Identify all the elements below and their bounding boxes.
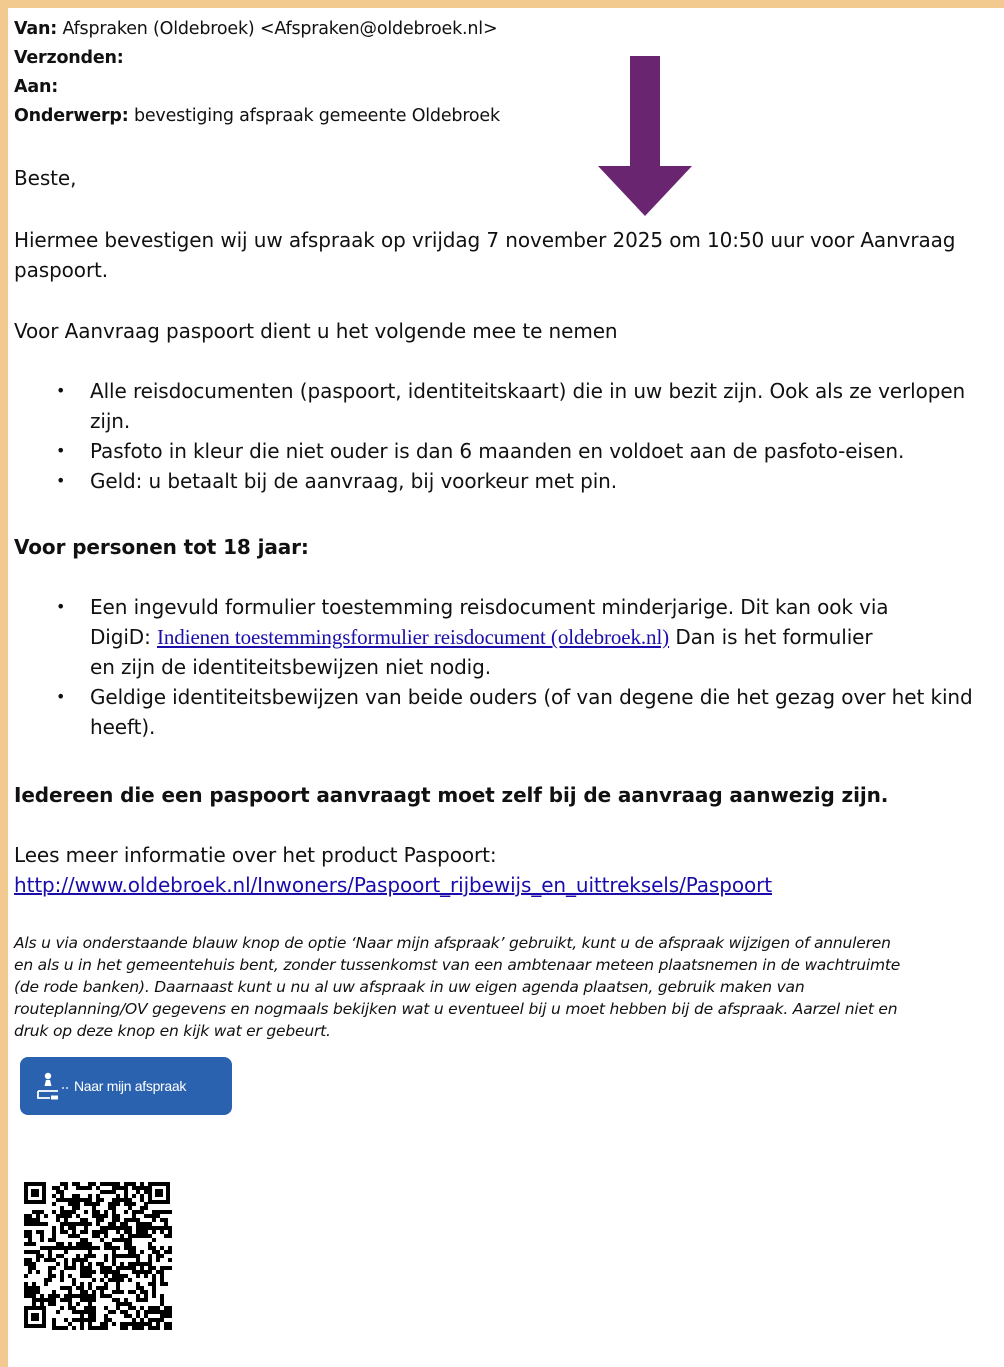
my-appointment-button-label: Naar mijn afspraak <box>74 1078 187 1094</box>
list-item-text: Geldige identiteitsbewijzen van beide ou… <box>90 685 973 709</box>
minors-heading: Voor personen tot 18 jaar: <box>14 535 309 559</box>
list-item: Geldige identiteitsbewijzen van beide ou… <box>14 682 973 742</box>
qr-finder-bottom-left <box>24 1306 46 1328</box>
list-item: Pasfoto in kleur die niet ouder is dan 6… <box>14 436 965 466</box>
location-person-icon <box>34 1071 74 1101</box>
more-info-text: Lees meer informatie over het product Pa… <box>14 843 497 867</box>
everyone-notice: Iedereen die een paspoort aanvraagt moet… <box>14 783 889 807</box>
list-item: Een ingevuld formulier toestemming reisd… <box>14 592 973 682</box>
paspoort-info-link[interactable]: http://www.oldebroek.nl/Inwoners/Paspoor… <box>14 873 772 897</box>
my-appointment-button[interactable]: Naar mijn afspraak <box>20 1057 232 1115</box>
qr-finder-top-right <box>148 1182 170 1204</box>
bring-intro: Voor Aanvraag paspoort dient u het volge… <box>14 319 618 343</box>
down-arrow-icon <box>598 56 692 216</box>
minors-list: Een ingevuld formulier toestemming reisd… <box>14 592 973 742</box>
digid-suffix: Dan is het formulier <box>669 625 873 649</box>
list-item: Geld: u betaalt bij de aanvraag, bij voo… <box>14 466 965 496</box>
to-label: Aan: <box>14 77 59 97</box>
sent-label: Verzonden: <box>14 48 124 68</box>
confirm-line-1: Hiermee bevestigen wij uw afspraak op vr… <box>14 228 956 252</box>
italic-line: routeplanning/OV gegevens en nogmaals be… <box>14 1000 898 1018</box>
from-row: Van: Afspraken (Oldebroek) <Afspraken@ol… <box>14 18 498 40</box>
subject-row: Onderwerp: bevestiging afspraak gemeente… <box>14 105 500 127</box>
list-item-text: zijn. <box>90 409 131 433</box>
list-item-text: heeft). <box>90 715 156 739</box>
consent-form-link[interactable]: Indienen toestemmingsformulier reisdocum… <box>157 625 669 649</box>
list-item-text: Pasfoto in kleur die niet ouder is dan 6… <box>90 439 905 463</box>
sent-row: Verzonden: <box>14 47 124 69</box>
from-label: Van: <box>14 19 58 39</box>
to-row: Aan: <box>14 76 58 98</box>
list-item: Alle reisdocumenten (paspoort, identitei… <box>14 376 965 436</box>
list-item-text: Alle reisdocumenten (paspoort, identitei… <box>90 379 966 403</box>
list-item-text: en zijn de identiteitsbewijzen niet nodi… <box>90 655 491 679</box>
digid-prefix: DigiD: <box>90 625 158 649</box>
qr-finder-top-left <box>24 1182 46 1204</box>
list-item-text: Geld: u betaalt bij de aanvraag, bij voo… <box>90 469 617 493</box>
from-value: Afspraken (Oldebroek) <Afspraken@oldebro… <box>62 19 498 39</box>
italic-line: (de rode banken). Daarnaast kunt u nu al… <box>14 978 805 996</box>
greeting: Beste, <box>14 166 77 190</box>
qr-code[interactable] <box>20 1178 174 1332</box>
italic-line: druk op deze knop en kijk wat er gebeurt… <box>14 1022 331 1040</box>
bring-list: Alle reisdocumenten (paspoort, identitei… <box>14 376 965 496</box>
italic-line: Als u via onderstaande blauw knop de opt… <box>14 934 891 952</box>
italic-paragraph: Als u via onderstaande blauw knop de opt… <box>14 932 1004 1042</box>
confirm-line-2: paspoort. <box>14 258 109 282</box>
subject-value: bevestiging afspraak gemeente Oldebroek <box>133 106 500 126</box>
italic-line: en als u in het gemeentehuis bent, zonde… <box>14 956 901 974</box>
list-item-text: Een ingevuld formulier toestemming reisd… <box>90 595 889 619</box>
more-info-row: http://www.oldebroek.nl/Inwoners/Paspoor… <box>14 870 772 900</box>
subject-label: Onderwerp: <box>14 106 129 126</box>
